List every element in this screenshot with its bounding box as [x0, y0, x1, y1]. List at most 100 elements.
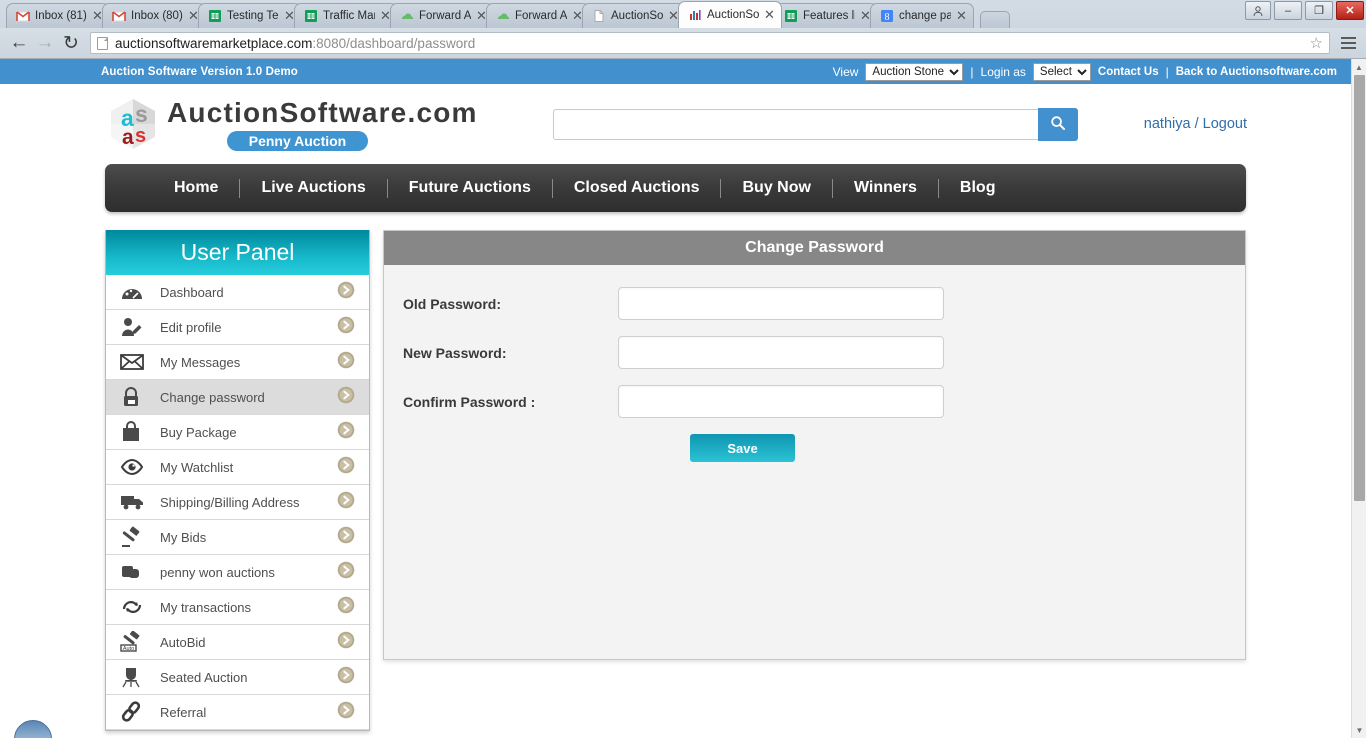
minimize-button[interactable]: – [1274, 1, 1302, 20]
main-nav-wrapper: Home Live Auctions Future Auctions Close… [0, 164, 1351, 212]
user-panel-title: User Panel [106, 230, 369, 275]
browser-tab[interactable]: 8 change pas ✕ [870, 3, 974, 28]
browser-toolbar: ← → ↻ auctionsoftwaremarketplace.com:808… [0, 28, 1366, 59]
sidebar-item-label: Buy Package [160, 424, 237, 440]
browser-tab[interactable]: Inbox (81) - ✕ [6, 3, 110, 28]
google-icon: 8 [880, 9, 894, 23]
address-bar[interactable]: auctionsoftwaremarketplace.com:8080/dash… [90, 32, 1330, 54]
chevron-right-icon [337, 491, 357, 514]
scroll-up-arrow-icon[interactable]: ▲ [1352, 59, 1366, 75]
refresh-icon [120, 597, 150, 617]
new-password-input[interactable] [618, 336, 944, 369]
sidebar-item-dashboard[interactable]: Dashboard [106, 275, 369, 310]
nav-item-closed-auctions[interactable]: Closed Auctions [553, 179, 721, 197]
gmail-icon [16, 9, 30, 23]
svg-text:a: a [122, 126, 134, 149]
tab-title: AuctionSoft [611, 10, 663, 22]
save-button[interactable]: Save [690, 434, 795, 462]
sheets-icon [784, 9, 798, 23]
cloud-icon [496, 9, 510, 23]
chair-icon [120, 666, 150, 688]
page-scrollbar[interactable]: ▲ ▼ [1351, 59, 1366, 738]
sidebar-item-my-messages[interactable]: My Messages [106, 345, 369, 380]
confirm-password-label: Confirm Password : [403, 393, 536, 410]
user-panel-sidebar: User Panel Dashboard Edit profile My Mes… [105, 230, 370, 731]
view-select[interactable]: Auction Stone [865, 62, 964, 81]
back-icon[interactable]: ← [6, 30, 32, 56]
sidebar-item-edit-profile[interactable]: Edit profile [106, 310, 369, 345]
username-link[interactable]: nathiya [1144, 116, 1191, 132]
browser-tab[interactable]: Forward Au ✕ [486, 3, 590, 28]
login-as-select[interactable]: Select [1032, 62, 1091, 81]
maximize-button[interactable]: ❐ [1305, 1, 1333, 20]
sidebar-item-shipping-billing-address[interactable]: Shipping/Billing Address [106, 485, 369, 520]
logout-link[interactable]: Logout [1203, 116, 1247, 132]
browser-tab[interactable]: Testing Tea ✕ [198, 3, 302, 28]
nav-item-winners[interactable]: Winners [833, 179, 938, 197]
back-to-auctionsoftware-link[interactable]: Back to Auctionsoftware.com [1176, 66, 1337, 78]
new-password-label: New Password: [403, 344, 507, 361]
sidebar-item-autobid[interactable]: Auto AutoBid [106, 625, 369, 660]
sidebar-item-my-transactions[interactable]: My transactions [106, 590, 369, 625]
old-password-input[interactable] [618, 287, 944, 320]
user-profile-button[interactable] [1245, 1, 1271, 20]
window-controls: – ❐ ✕ [1245, 1, 1364, 20]
search-input[interactable] [552, 108, 1038, 140]
nav-item-home[interactable]: Home [153, 179, 239, 197]
close-button[interactable]: ✕ [1336, 1, 1364, 20]
sidebar-item-buy-package[interactable]: Buy Package [106, 415, 369, 450]
sidebar-item-label: My Watchlist [160, 459, 234, 475]
sidebar-item-my-watchlist[interactable]: My Watchlist [106, 450, 369, 485]
bookmark-star-icon[interactable]: ☆ [1310, 34, 1323, 52]
reload-icon[interactable]: ↻ [58, 30, 84, 56]
sidebar-item-change-password[interactable]: Change password [106, 380, 369, 415]
browser-tab[interactable]: Features list ✕ [774, 3, 878, 28]
nav-item-live-auctions[interactable]: Live Auctions [240, 179, 386, 197]
tab-title: Features list [803, 10, 855, 22]
browser-tab-active[interactable]: AuctionSoft ✕ [678, 1, 782, 28]
chevron-right-icon [337, 596, 357, 619]
logo-text-auction: Auction [167, 97, 280, 128]
tab-close-icon[interactable]: ✕ [956, 9, 967, 22]
logo-wordmark: AuctionSoftware.com [167, 98, 478, 128]
contact-us-link[interactable]: Contact Us [1098, 66, 1159, 78]
browser-tab[interactable]: Inbox (80) - ✕ [102, 3, 206, 28]
edit-profile-icon [120, 316, 150, 338]
menu-icon[interactable] [1336, 30, 1360, 56]
sidebar-item-label: Shipping/Billing Address [160, 494, 300, 510]
sidebar-item-seated-auction[interactable]: Seated Auction [106, 660, 369, 695]
browser-tab[interactable]: AuctionSoft ✕ [582, 3, 686, 28]
chevron-right-icon [337, 561, 357, 584]
sidebar-item-referral[interactable]: Referral [106, 695, 369, 730]
nav-item-blog[interactable]: Blog [939, 179, 1017, 197]
url-path: :8080/dashboard/password [312, 35, 476, 51]
envelope-icon [120, 353, 150, 371]
chevron-right-icon [337, 316, 357, 339]
chevron-right-icon [337, 386, 357, 409]
svg-text:s: s [135, 101, 148, 127]
chart-icon [688, 8, 702, 22]
scroll-down-arrow-icon[interactable]: ▼ [1352, 722, 1366, 738]
sidebar-item-my-bids[interactable]: My Bids [106, 520, 369, 555]
search-button[interactable] [1037, 107, 1078, 141]
scrollbar-thumb[interactable] [1354, 75, 1365, 501]
auto-gavel-icon: Auto [120, 631, 150, 653]
confirm-password-input[interactable] [618, 385, 944, 418]
tab-title: Forward Au [419, 10, 471, 22]
link-icon [120, 701, 150, 723]
nav-item-future-auctions[interactable]: Future Auctions [388, 179, 552, 197]
tab-close-icon[interactable]: ✕ [764, 8, 775, 21]
sheets-icon [304, 9, 318, 23]
forward-icon[interactable]: → [32, 30, 58, 56]
logo-text-dotcom: .com [407, 97, 478, 128]
nav-item-buy-now[interactable]: Buy Now [721, 179, 831, 197]
gmail-icon [112, 9, 126, 23]
new-tab-button[interactable] [980, 11, 1010, 28]
tab-title: Testing Tea [227, 10, 279, 22]
svg-text:8: 8 [885, 12, 890, 23]
sidebar-item-label: Change password [160, 389, 265, 405]
sidebar-item-penny-won-auctions[interactable]: penny won auctions [106, 555, 369, 590]
browser-tab[interactable]: Forward Au ✕ [390, 3, 494, 28]
logo[interactable]: a s a s AuctionSoftware.com Penny Auctio… [105, 96, 478, 152]
browser-tab[interactable]: Traffic Man ✕ [294, 3, 398, 28]
